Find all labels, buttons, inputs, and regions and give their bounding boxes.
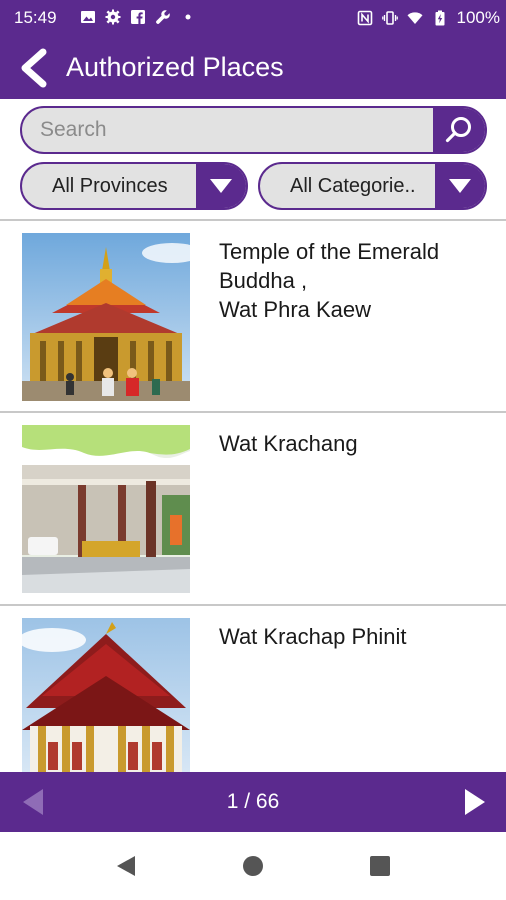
search-input[interactable] [22, 108, 436, 152]
search-bar [20, 106, 487, 154]
back-triangle-icon [117, 856, 135, 876]
page-indicator: 1 / 66 [226, 790, 280, 813]
next-page-button[interactable] [460, 786, 490, 818]
place-photo [22, 233, 190, 401]
place-list-item[interactable]: Temple of the Emerald Buddha , Wat Phra … [0, 221, 506, 413]
place-photo [22, 425, 190, 593]
pagination-bar: 1 / 66 [0, 772, 506, 832]
dot-icon [185, 14, 191, 20]
place-list-item[interactable]: Wat Krachang [0, 413, 506, 605]
battery-icon [435, 10, 445, 26]
top-bar: 15:49 100% Authorized Places [0, 0, 506, 99]
status-bar: 15:49 100% [0, 0, 506, 36]
home-circle-icon [243, 856, 263, 876]
nfc-icon [357, 10, 372, 26]
wifi-icon [407, 12, 423, 24]
vibrate-icon [381, 11, 398, 25]
province-dropdown-value: All Provinces [52, 175, 168, 197]
status-time: 15:49 [14, 8, 57, 27]
system-nav-bar [0, 832, 506, 900]
notification-icons [80, 9, 196, 25]
nav-recents-button[interactable] [362, 850, 398, 882]
category-dropdown[interactable]: All Categorie.. [258, 162, 487, 210]
app-bar: Authorized Places [0, 36, 506, 99]
province-dropdown[interactable]: All Provinces [20, 162, 248, 210]
gear-icon [105, 9, 121, 25]
category-dropdown-value: All Categorie.. [290, 175, 416, 197]
place-name: Wat Krachap Phinit [219, 624, 407, 649]
chevron-down-icon [210, 179, 232, 193]
recents-square-icon [370, 856, 390, 876]
place-name: Wat Krachang [219, 431, 358, 456]
nav-back-button[interactable] [108, 850, 144, 882]
triangle-right-icon [465, 789, 485, 815]
place-name: Temple of the Emerald Buddha , Wat Phra … [219, 239, 440, 322]
facebook-icon [131, 10, 145, 24]
system-icons: 100% [357, 8, 500, 28]
category-dropdown-button[interactable] [435, 164, 485, 208]
search-icon [445, 117, 471, 143]
back-button[interactable] [14, 46, 54, 90]
battery-percentage: 100% [456, 8, 500, 27]
image-icon [81, 11, 95, 23]
nav-home-button[interactable] [235, 850, 271, 882]
chevron-left-icon [21, 48, 47, 88]
place-list-item[interactable]: Wat Krachap Phinit [0, 606, 506, 798]
province-dropdown-button[interactable] [196, 164, 246, 208]
search-button[interactable] [433, 108, 485, 152]
page-title: Authorized Places [66, 52, 284, 82]
chevron-down-icon [449, 179, 471, 193]
place-photo [22, 618, 190, 786]
wrench-icon [156, 10, 170, 24]
